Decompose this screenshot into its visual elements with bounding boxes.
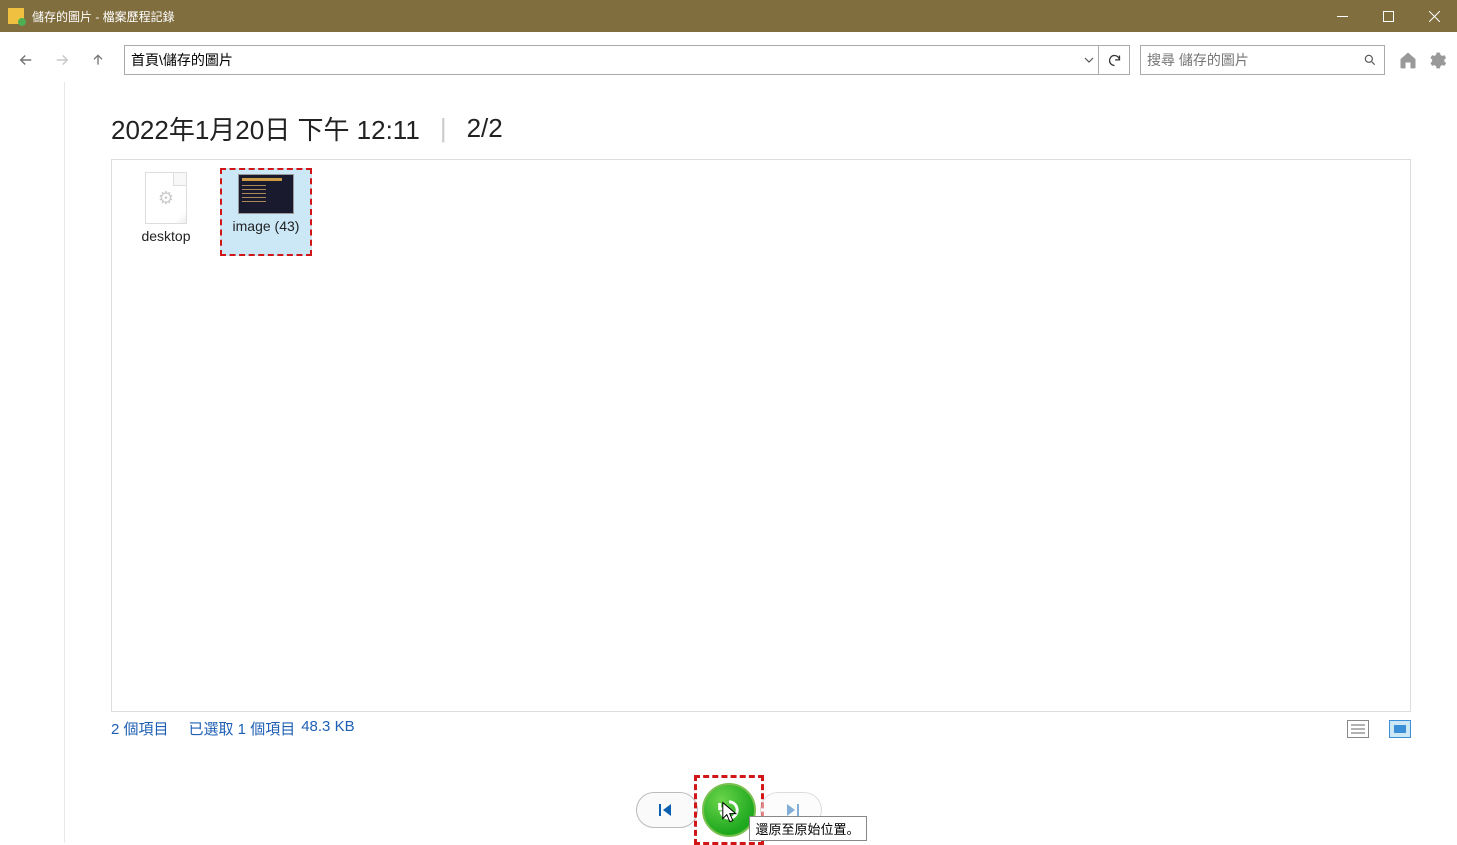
- toolbar: [0, 32, 1457, 84]
- gear-icon[interactable]: [1425, 49, 1447, 71]
- previous-version-button[interactable]: [636, 792, 698, 828]
- window-title: 儲存的圖片 - 檔案歷程記錄: [32, 8, 175, 25]
- address-dropdown-icon[interactable]: [1079, 46, 1099, 74]
- gear-glyph-icon: ⚙: [158, 188, 174, 209]
- file-label: desktop: [141, 228, 190, 244]
- status-size: 48.3 KB: [301, 718, 354, 739]
- restore-button[interactable]: [702, 783, 756, 837]
- close-button[interactable]: [1411, 0, 1457, 32]
- up-button[interactable]: [82, 44, 114, 76]
- search-input[interactable]: [1141, 52, 1356, 68]
- file-label: image (43): [233, 218, 300, 234]
- page-counter: 2/2: [467, 113, 503, 144]
- address-bar: [124, 45, 1130, 75]
- file-grid[interactable]: ⚙ desktop image (43): [111, 159, 1411, 712]
- status-item-count: 2 個項目: [111, 718, 169, 739]
- snapshot-datetime: 2022年1月20日 下午 12:11: [111, 110, 420, 147]
- app-icon: [8, 8, 24, 24]
- file-thumbnail: [238, 174, 294, 214]
- header-row: 2022年1月20日 下午 12:11 | 2/2: [111, 110, 1411, 147]
- file-item-image-43[interactable]: image (43): [220, 168, 312, 256]
- search-button[interactable]: [1356, 46, 1384, 74]
- header-separator: |: [440, 113, 447, 144]
- minimize-button[interactable]: [1319, 0, 1365, 32]
- maximize-button[interactable]: [1365, 0, 1411, 32]
- restore-tooltip: 還原至原始位置。: [749, 816, 867, 841]
- address-input[interactable]: [125, 52, 1079, 68]
- details-view-button[interactable]: [1347, 720, 1369, 738]
- file-item-desktop[interactable]: ⚙ desktop: [120, 168, 212, 256]
- back-button[interactable]: [10, 44, 42, 76]
- refresh-button[interactable]: [1099, 46, 1129, 74]
- status-bar: 2 個項目 已選取 1 個項目 48.3 KB: [111, 712, 1411, 745]
- home-icon[interactable]: [1397, 49, 1419, 71]
- window-controls: [1319, 0, 1457, 32]
- forward-button[interactable]: [46, 44, 78, 76]
- titlebar: 儲存的圖片 - 檔案歷程記錄: [0, 0, 1457, 32]
- cursor-icon: [721, 802, 739, 826]
- file-icon: ⚙: [145, 172, 187, 224]
- content-area: 2022年1月20日 下午 12:11 | 2/2 ⚙ desktop imag…: [65, 82, 1457, 843]
- status-selection: 已選取 1 個項目: [189, 718, 296, 739]
- search-box: [1140, 45, 1385, 75]
- sidebar: [0, 82, 65, 843]
- thumbnail-view-button[interactable]: [1389, 720, 1411, 738]
